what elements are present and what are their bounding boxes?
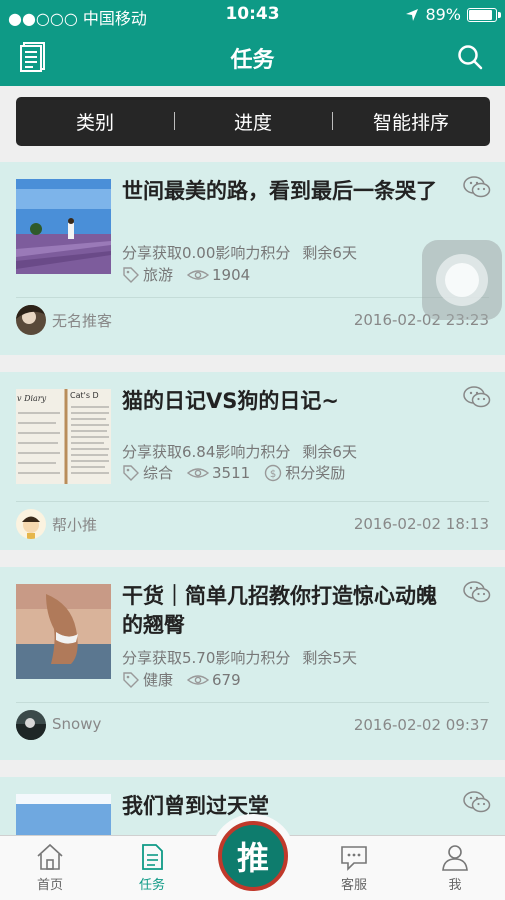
coin-icon: $: [265, 464, 282, 481]
card-thumbnail: [16, 794, 111, 837]
view-count: 3511: [212, 463, 251, 482]
status-right: 89%: [405, 5, 501, 24]
card-thumbnail: v Diary Cat's D: [16, 389, 111, 484]
svg-text:v Diary: v Diary: [17, 394, 47, 403]
publish-date: 2016-02-02 18:13: [353, 515, 489, 533]
remaining-text: 剩余6天: [302, 244, 357, 262]
user-icon: [442, 845, 468, 871]
wechat-icon[interactable]: [463, 175, 491, 199]
card-title: 猫的日记VS狗的日记~: [122, 389, 339, 413]
push-label: 推: [236, 839, 269, 877]
tab-home[interactable]: 首页: [10, 842, 90, 893]
reward-text: 分享获取6.84影响力积分: [122, 443, 291, 461]
avatar: [16, 305, 46, 335]
reward-line: 分享获取0.00影响力积分 剩余6天: [122, 242, 357, 263]
filter-bar: 类别 进度 智能排序: [16, 97, 490, 146]
card-meta: 健康 679: [122, 669, 255, 690]
card-thumbnail: [16, 179, 111, 274]
card-divider: [16, 297, 489, 298]
card-meta: 旅游 1904: [122, 264, 264, 285]
card-title: 我们曾到过天堂: [122, 794, 269, 818]
svg-text:$: $: [270, 469, 276, 480]
tag-icon: [123, 671, 139, 688]
card-meta: 综合 3511 $ 积分奖励: [122, 462, 359, 483]
category-label: 健康: [143, 671, 174, 689]
wechat-icon[interactable]: [463, 790, 491, 814]
tag-icon: [123, 464, 139, 481]
eye-icon: [187, 269, 210, 280]
card-title: 世间最美的路，看到最后一条哭了: [122, 179, 437, 203]
home-icon: [37, 843, 63, 870]
remaining-text: 剩余6天: [302, 443, 357, 461]
tab-service[interactable]: 客服: [314, 842, 394, 893]
reward-line: 分享获取6.84影响力积分 剩余6天: [122, 441, 357, 462]
tab-service-label: 客服: [340, 878, 367, 893]
wechat-icon[interactable]: [463, 385, 491, 409]
status-bar: ●●○○○ 中国移动 10:43 89%: [0, 0, 505, 30]
chat-bubble-icon: [341, 846, 367, 871]
battery-icon: [467, 7, 501, 22]
eye-icon: [187, 674, 210, 685]
avatar: [16, 710, 46, 740]
svg-text:Cat's D: Cat's D: [70, 391, 99, 400]
card-divider: [16, 702, 489, 703]
page-title: 任务: [230, 48, 275, 73]
task-document-icon: [142, 844, 163, 870]
category-label: 综合: [143, 464, 174, 482]
card-divider: [16, 501, 489, 502]
task-card[interactable]: 干货｜简单几招教你打造惊心动魄的翘臀 分享获取5.70影响力积分 剩余5天 健康 …: [0, 567, 505, 760]
reward-line: 分享获取5.70影响力积分 剩余5天: [122, 647, 357, 668]
card-thumbnail: [16, 584, 111, 679]
reward-text: 分享获取0.00影响力积分: [122, 244, 291, 262]
bottom-tab-bar: 首页 任务 推 客服 我: [0, 814, 505, 900]
filter-smart-sort[interactable]: 智能排序: [332, 108, 490, 135]
nav-bar: 任务: [0, 30, 505, 86]
task-card[interactable]: v Diary Cat's D 猫的日记VS狗的日记~ 分享获取6.84影响力积…: [0, 372, 505, 550]
publish-date: 2016-02-02 09:37: [353, 716, 489, 734]
tab-tasks[interactable]: 任务: [112, 842, 192, 893]
category-label: 旅游: [143, 266, 174, 284]
avatar: [16, 509, 46, 539]
author-name: 无名推客: [52, 312, 113, 330]
reward-text: 分享获取5.70影响力积分: [122, 649, 291, 667]
search-icon[interactable]: [457, 44, 483, 70]
wechat-icon[interactable]: [463, 580, 491, 604]
push-button-face: 推: [218, 821, 288, 891]
view-count: 1904: [212, 265, 251, 284]
tab-me-label: 我: [448, 878, 462, 893]
filter-progress[interactable]: 进度: [174, 108, 332, 135]
location-arrow-icon: [406, 8, 419, 21]
tab-tasks-label: 任务: [138, 878, 165, 893]
bonus-label: 积分奖励: [285, 464, 346, 482]
battery-fill: [469, 9, 493, 20]
tab-home-label: 首页: [36, 878, 63, 893]
battery-percent: 89%: [425, 5, 461, 24]
card-title: 干货｜简单几招教你打造惊心动魄的翘臀: [122, 584, 437, 637]
author-name: Snowy: [52, 715, 102, 733]
author-name: 帮小推: [52, 516, 98, 534]
tag-icon: [123, 266, 139, 283]
tab-me[interactable]: 我: [415, 842, 495, 893]
remaining-text: 剩余5天: [302, 649, 357, 667]
eye-icon: [187, 467, 210, 478]
filter-category[interactable]: 类别: [16, 108, 174, 135]
view-count: 679: [212, 670, 241, 689]
assistive-touch-button[interactable]: [422, 240, 502, 320]
assistive-touch-ring: [436, 254, 488, 306]
push-button[interactable]: 推: [211, 814, 295, 898]
